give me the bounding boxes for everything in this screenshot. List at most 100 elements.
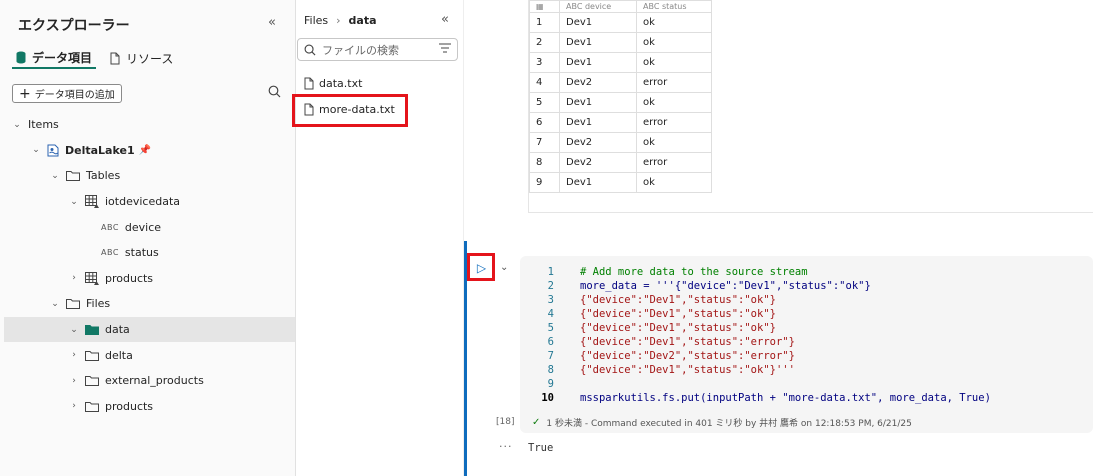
tree-item-products-folder[interactable]: › products	[4, 394, 295, 420]
chevron-down-icon[interactable]: ⌄	[69, 197, 79, 207]
cell-device[interactable]: Dev2	[559, 152, 637, 173]
chevron-down-icon[interactable]: ⌄	[69, 325, 79, 335]
code-line: 9	[520, 378, 991, 392]
cell-status[interactable]: ok	[636, 12, 712, 33]
cell-status[interactable]: ok	[636, 52, 712, 73]
tree-item-external-products-folder[interactable]: › external_products	[4, 368, 295, 394]
table-row: 4 Dev2 error	[529, 72, 712, 93]
pin-icon[interactable]: 📌	[139, 145, 151, 156]
checkmark-icon: ✓	[532, 417, 541, 428]
tree-item-column-device[interactable]: ABC device	[4, 214, 295, 240]
line-number: 5	[547, 322, 554, 334]
file-data-txt[interactable]: data.txt	[304, 73, 362, 93]
tree-item-items[interactable]: ⌄ Items	[4, 112, 295, 138]
column-header-status[interactable]: ABC status	[636, 0, 712, 13]
cell-device[interactable]: Dev1	[559, 12, 637, 33]
chevron-down-icon[interactable]: ⌄	[500, 262, 508, 273]
filter-icon[interactable]	[439, 43, 451, 56]
cell-device[interactable]: Dev1	[559, 172, 637, 193]
cell-device[interactable]: Dev1	[559, 52, 637, 73]
tree-item-deltalake1[interactable]: ⌄ DeltaLake1 📌	[4, 138, 295, 164]
chevron-down-icon[interactable]: ⌄	[31, 145, 41, 155]
cell-status[interactable]: error	[636, 112, 712, 133]
row-index[interactable]: 3	[529, 52, 560, 73]
chevron-down-icon[interactable]: ⌄	[12, 120, 22, 130]
line-text: # Add more data to the source stream	[580, 266, 808, 278]
add-data-item-button[interactable]: + データ項目の追加	[12, 84, 122, 103]
notebook-area: ▦ ABC device ABC status 1 Dev1 ok 2 Dev1 ok 3 D…	[464, 0, 1093, 476]
cell-device[interactable]: Dev2	[559, 72, 637, 93]
database-icon	[16, 51, 26, 64]
chevron-right-icon[interactable]: ›	[69, 401, 79, 411]
code-editor[interactable]: 1 # Add more data to the source stream 2 mo…	[520, 266, 991, 406]
cell-status[interactable]: error	[636, 152, 712, 173]
row-index[interactable]: 4	[529, 72, 560, 93]
folder-icon	[66, 170, 80, 182]
chevron-right-icon[interactable]: ›	[69, 273, 79, 283]
row-index[interactable]: 7	[529, 132, 560, 153]
tree-item-data-folder[interactable]: ⌄ data	[4, 316, 295, 343]
chevron-right-icon[interactable]: ›	[69, 350, 79, 360]
code-cell[interactable]: 1 # Add more data to the source stream 2 mo…	[520, 256, 1093, 433]
explorer-title: エクスプローラー	[18, 18, 130, 34]
row-index[interactable]: 1	[529, 12, 560, 33]
line-text: {"device":"Dev1","status":"ok"}'''	[580, 364, 795, 376]
table-header-row: ▦ ABC device ABC status	[529, 0, 712, 13]
row-index[interactable]: 8	[529, 152, 560, 173]
table-row: 9 Dev1 ok	[529, 172, 712, 193]
tree-item-products-table[interactable]: › products	[4, 266, 295, 292]
lakehouse-icon	[47, 144, 59, 157]
tree-item-files[interactable]: ⌄ Files	[4, 291, 295, 317]
delta-table-icon	[85, 271, 99, 285]
plus-icon: +	[19, 85, 31, 102]
cell-status[interactable]: error	[636, 72, 712, 93]
code-line: 10 mssparkutils.fs.put(inputPath + "more-…	[520, 392, 991, 406]
tree-label: delta	[105, 348, 133, 362]
chevron-double-left-icon[interactable]: «	[441, 12, 449, 27]
row-index[interactable]: 2	[529, 32, 560, 53]
chevron-down-icon[interactable]: ⌄	[50, 299, 60, 309]
tab-resources[interactable]: リソース	[106, 47, 177, 69]
tab-data-items[interactable]: データ項目	[12, 47, 97, 69]
explorer-tree: ⌄ Items ⌄ DeltaLake1 📌 ⌄ Tables ⌄ iotdev…	[4, 112, 295, 419]
cell-device[interactable]: Dev2	[559, 132, 637, 153]
chevron-double-left-icon[interactable]: «	[268, 15, 276, 30]
tree-item-tables[interactable]: ⌄ Tables	[4, 163, 295, 189]
line-text: {"device":"Dev1","status":"ok"}	[580, 308, 776, 320]
line-number: 9	[547, 378, 554, 390]
tab-label: リソース	[126, 51, 174, 66]
string-type-icon: ABC	[101, 222, 119, 232]
line-text: {"device":"Dev1","status":"ok"}	[580, 294, 776, 306]
row-index[interactable]: 5	[529, 92, 560, 113]
line-text: {"device":"Dev2","status":"error"}	[580, 350, 795, 362]
file-search-input[interactable]: ファイルの検索	[297, 38, 458, 61]
more-options-icon[interactable]: ···	[499, 440, 513, 453]
tree-label: external_products	[105, 374, 204, 388]
tree-item-column-status[interactable]: ABC status	[4, 240, 295, 266]
line-text: mssparkutils.fs.put(inputPath + "more-da…	[580, 392, 991, 404]
code-line: 3 {"device":"Dev1","status":"ok"}	[520, 294, 991, 308]
cell-device[interactable]: Dev1	[559, 32, 637, 53]
row-index[interactable]: 6	[529, 112, 560, 133]
tree-item-iotdevicedata[interactable]: ⌄ iotdevicedata	[4, 189, 295, 215]
cell-status[interactable]: ok	[636, 132, 712, 153]
search-icon[interactable]	[268, 85, 281, 101]
cell-device[interactable]: Dev1	[559, 112, 637, 133]
cell-status[interactable]: ok	[636, 92, 712, 113]
row-index[interactable]: 9	[529, 172, 560, 193]
breadcrumb-files[interactable]: Files	[304, 14, 328, 27]
tree-item-delta-folder[interactable]: › delta	[4, 342, 295, 368]
table-grid-icon[interactable]: ▦	[529, 0, 560, 13]
line-number: 6	[547, 336, 554, 348]
tree-label: status	[124, 246, 159, 260]
chevron-right-icon: ›	[336, 14, 341, 27]
chevron-right-icon[interactable]: ›	[69, 376, 79, 386]
column-header-device[interactable]: ABC device	[559, 0, 637, 13]
chevron-down-icon[interactable]: ⌄	[50, 171, 60, 181]
folder-icon	[85, 401, 99, 412]
tree-label: data	[105, 323, 130, 337]
cell-status[interactable]: ok	[636, 32, 712, 53]
cell-status[interactable]: ok	[636, 172, 712, 193]
cell-device[interactable]: Dev1	[559, 92, 637, 113]
highlight-box-run	[467, 253, 495, 281]
